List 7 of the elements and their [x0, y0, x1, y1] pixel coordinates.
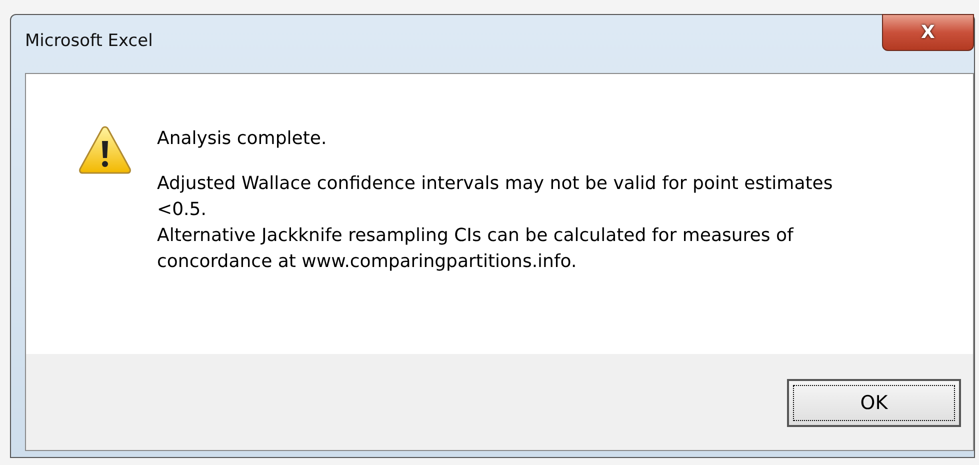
message-heading: Analysis complete. [157, 128, 328, 149]
message-text: Alternative Jackknife resampling CIs can be calculated for measures of concordance at www.comparingpartitions.info. [157, 224, 795, 274]
window-title: Microsoft Excel [25, 31, 153, 51]
message-text: Adjusted Wallace confidence intervals may not be valid for point estimates <0.5. [157, 172, 834, 222]
warning-icon [78, 124, 132, 176]
ok-button[interactable]: OK [787, 379, 961, 427]
close-button[interactable]: X [882, 14, 974, 51]
